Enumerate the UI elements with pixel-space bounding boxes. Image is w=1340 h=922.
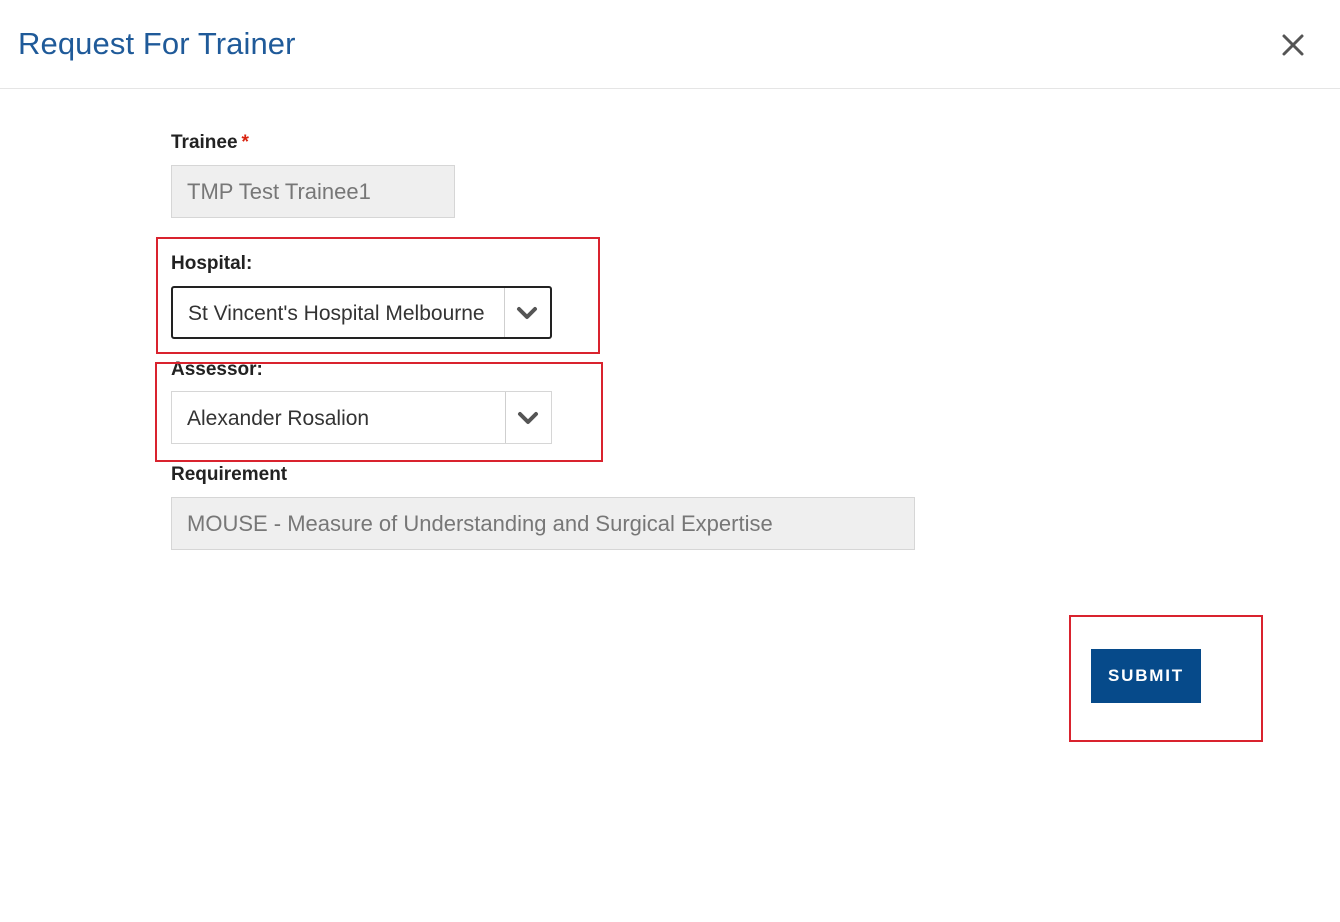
select-divider [505, 392, 506, 443]
assessor-select[interactable]: Alexander Rosalion [171, 391, 552, 444]
required-mark: * [241, 132, 249, 153]
assessor-label: Assessor: [171, 359, 263, 380]
assessor-selected-value: Alexander Rosalion [187, 407, 370, 430]
requirement-field: MOUSE - Measure of Understanding and Sur… [171, 497, 915, 550]
dialog-header: Request For Trainer [0, 0, 1340, 89]
hospital-selected-value: St Vincent's Hospital Melbourne [188, 302, 485, 325]
close-icon [1282, 34, 1304, 56]
close-button[interactable] [1276, 28, 1310, 62]
trainee-field: TMP Test Trainee1 [171, 165, 455, 218]
dialog-title: Request For Trainer [18, 26, 296, 61]
requirement-label: Requirement [171, 464, 288, 485]
trainee-label: Trainee * [171, 131, 249, 155]
select-divider [504, 288, 505, 337]
hospital-select[interactable]: St Vincent's Hospital Melbourne [171, 286, 552, 339]
request-trainer-dialog: Request For Trainer Trainee * TMP Test Tr… [0, 0, 1340, 922]
hospital-label: Hospital: [171, 253, 253, 274]
chevron-down-icon[interactable] [517, 410, 539, 426]
chevron-down-icon[interactable] [516, 305, 538, 321]
trainee-label-text: Trainee [171, 132, 238, 153]
submit-button[interactable]: SUBMIT [1091, 649, 1201, 703]
